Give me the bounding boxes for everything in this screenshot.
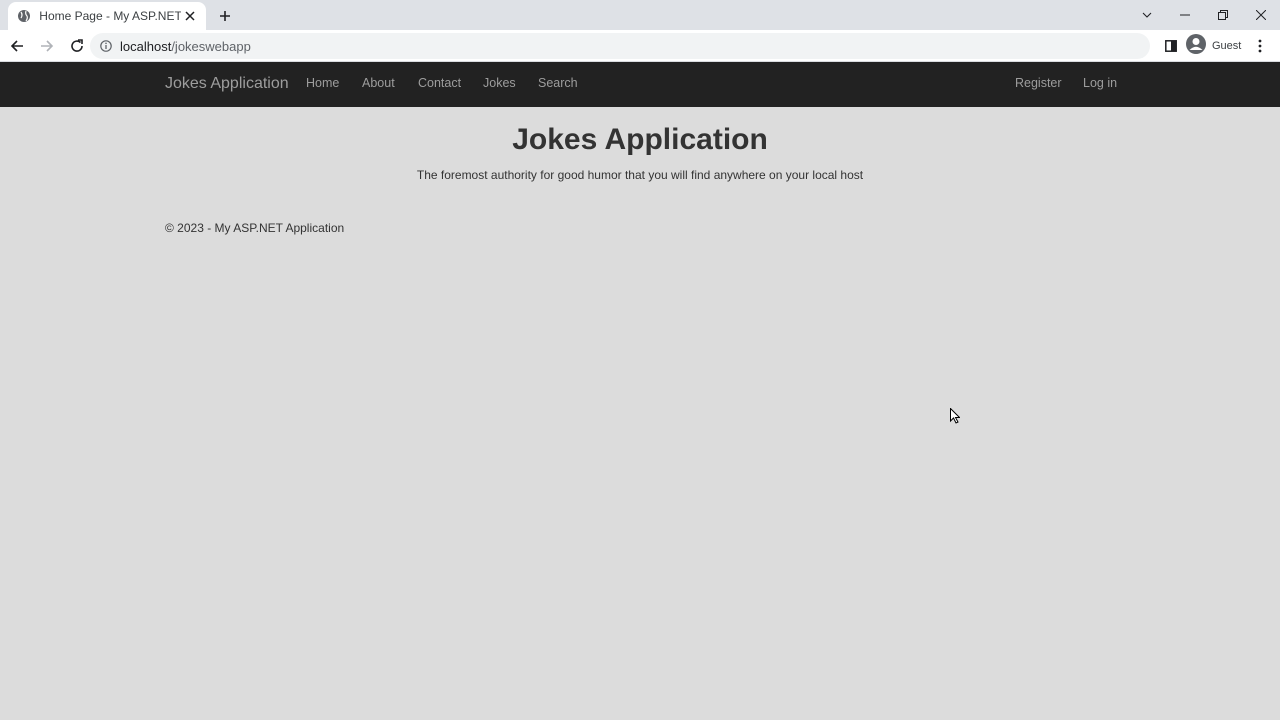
nav-login[interactable]: Log in [1083,76,1117,90]
info-icon[interactable] [98,38,114,54]
site-navbar: Jokes Application Home About Contact Jok… [0,62,1280,107]
profile-button[interactable]: Guest [1186,33,1242,59]
url-path: /jokeswebapp [171,38,251,54]
side-panel-icon[interactable] [1160,35,1182,57]
forward-arrow-icon[interactable] [34,33,60,59]
reload-icon[interactable] [64,33,90,59]
chevron-down-icon[interactable] [1128,0,1166,30]
nav-register[interactable]: Register [1015,76,1062,90]
kebab-menu-icon[interactable] [1253,35,1267,57]
nav-contact[interactable]: Contact [418,76,461,90]
close-window-icon[interactable] [1242,0,1280,30]
page-content: Jokes Application The foremost authority… [0,107,1280,720]
mouse-cursor-icon [950,407,961,429]
nav-search[interactable]: Search [538,76,578,90]
nav-jokes[interactable]: Jokes [483,76,516,90]
address-bar[interactable]: localhost/jokeswebapp [90,33,1150,59]
window-controls [1128,0,1280,30]
globe-icon [16,8,31,24]
profile-label: Guest [1212,40,1242,52]
browser-tab[interactable]: Home Page - My ASP.NET Applic [8,2,206,30]
footer-copyright: © 2023 - My ASP.NET Application [165,221,345,235]
browser-tabstrip: Home Page - My ASP.NET Applic [0,0,1280,30]
minimize-icon[interactable] [1166,0,1204,30]
browser-toolbar: localhost/jokeswebapp Guest [0,30,1280,62]
nav-about[interactable]: About [362,76,395,90]
back-arrow-icon[interactable] [4,33,30,59]
plus-icon[interactable] [214,5,236,27]
page-title: Jokes Application [512,123,768,156]
avatar-icon [1186,33,1206,59]
nav-home[interactable]: Home [306,76,339,90]
tab-title: Home Page - My ASP.NET Applic [39,9,181,23]
restore-icon[interactable] [1204,0,1242,30]
close-icon[interactable] [183,8,198,24]
lead-text: The foremost authority for good humor th… [416,168,864,182]
url-host: localhost [120,38,172,54]
brand-link[interactable]: Jokes Application [165,75,289,93]
